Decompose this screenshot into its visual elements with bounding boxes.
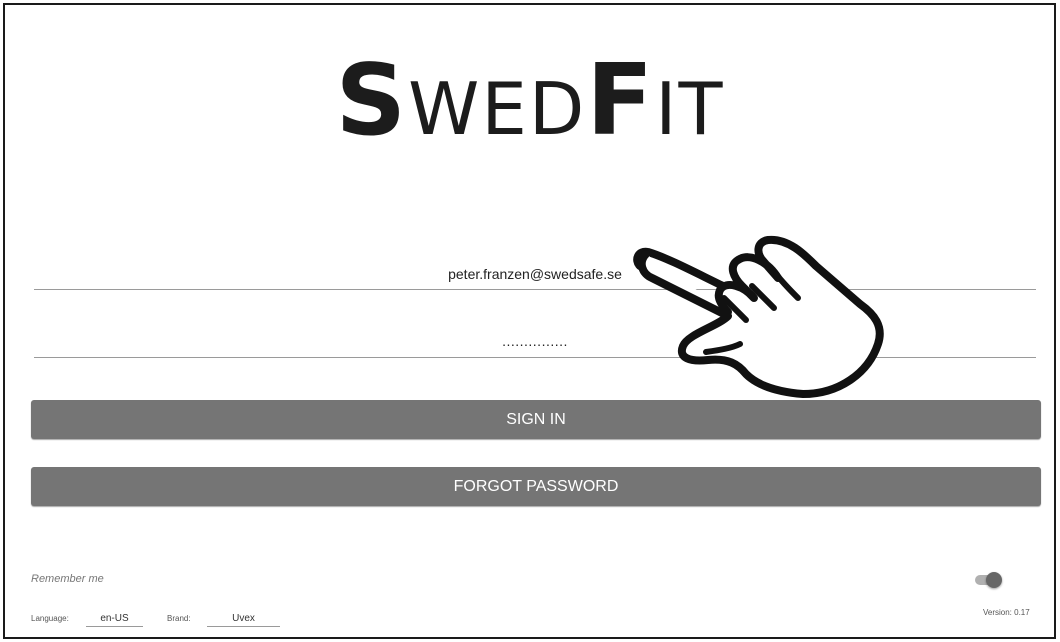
brand-label: Brand:	[167, 614, 191, 623]
version-text: Version: 0.17	[983, 608, 1030, 617]
swedfit-logo: SWEDFIT	[0, 52, 1060, 150]
toggle-knob	[986, 572, 1002, 588]
logo-letter-s: S	[335, 44, 409, 158]
logo-letters-wed: WED	[408, 67, 587, 151]
pointing-hand-icon	[633, 235, 884, 398]
forgot-password-label: FORGOT PASSWORD	[453, 477, 619, 495]
sign-in-button[interactable]: SIGN IN	[31, 400, 1041, 439]
email-value: peter.franzen@swedsafe.se	[448, 266, 622, 282]
remember-me-toggle[interactable]	[973, 572, 1003, 588]
logo-letters-it: IT	[655, 67, 725, 151]
brand-select[interactable]: Uvex	[207, 613, 280, 627]
forgot-password-button[interactable]: FORGOT PASSWORD	[31, 467, 1041, 506]
language-select[interactable]: en-US	[86, 613, 143, 627]
logo-letter-f: F	[586, 44, 656, 158]
remember-me-label: Remember me	[31, 573, 104, 585]
sign-in-label: SIGN IN	[506, 410, 566, 428]
password-value: ...............	[502, 333, 568, 349]
language-label: Language:	[31, 614, 69, 623]
